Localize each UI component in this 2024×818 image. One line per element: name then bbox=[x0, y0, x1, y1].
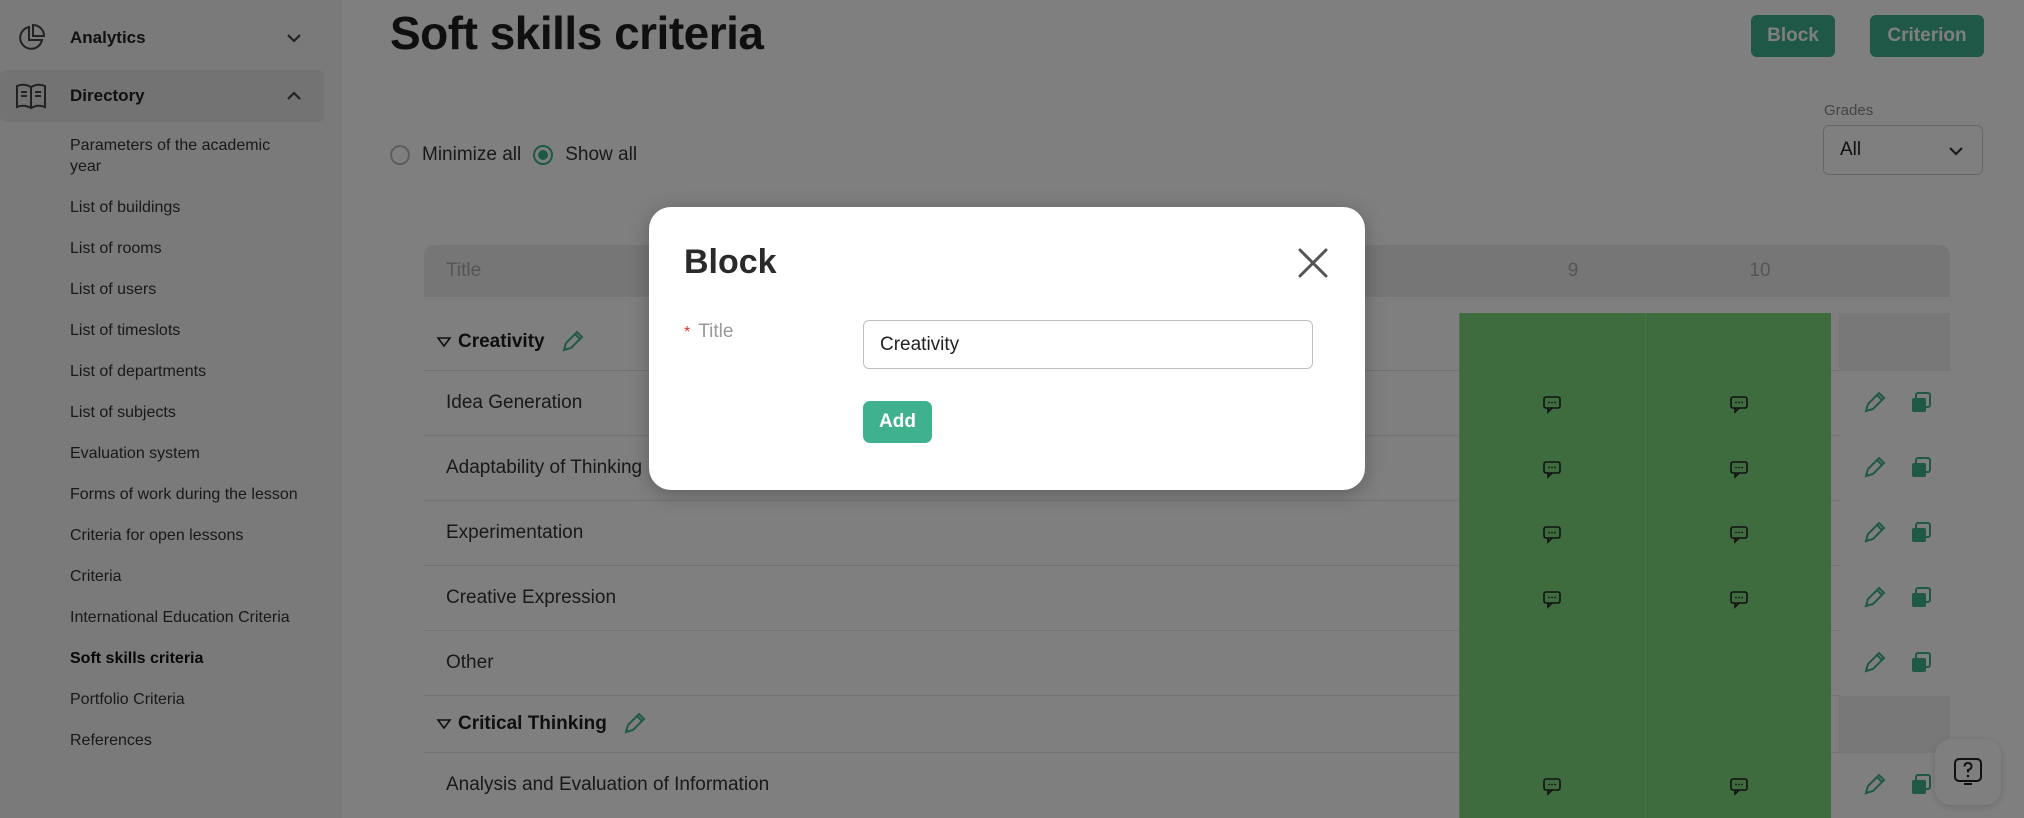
close-icon[interactable] bbox=[1295, 245, 1331, 281]
modal-title: Block bbox=[684, 243, 777, 281]
title-field-label: * Title bbox=[684, 321, 733, 343]
block-modal: Block * Title Add bbox=[649, 207, 1365, 490]
add-button[interactable]: Add bbox=[863, 401, 932, 443]
required-mark: * bbox=[684, 324, 691, 341]
title-label-text: Title bbox=[698, 321, 734, 342]
title-input[interactable] bbox=[863, 320, 1313, 369]
